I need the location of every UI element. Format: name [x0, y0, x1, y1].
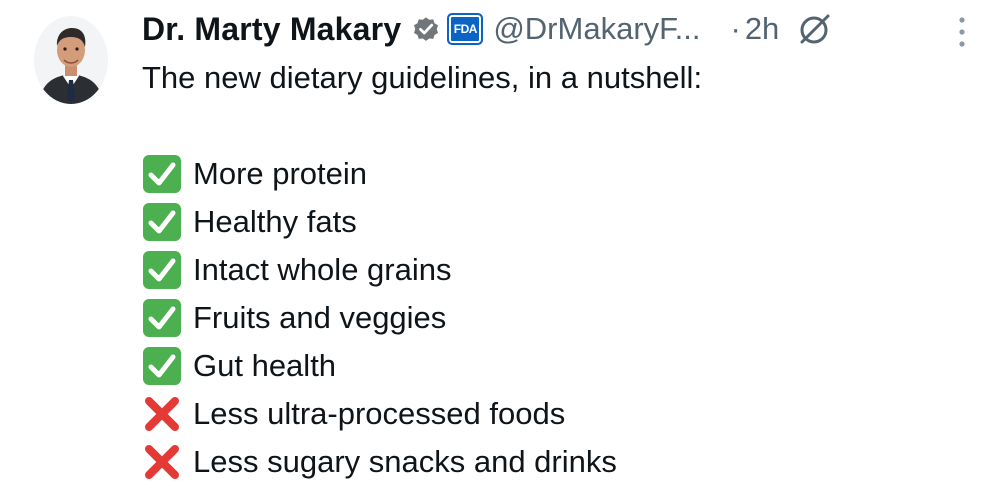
fda-affiliate-badge-icon[interactable]: FDA	[447, 13, 484, 45]
cross-mark-emoji-icon	[142, 442, 182, 482]
verified-badge-icon[interactable]	[411, 14, 441, 44]
list-item: More protein	[142, 150, 982, 198]
check-mark-emoji-icon	[142, 298, 182, 338]
tweet-text: The new dietary guidelines, in a nutshel…	[142, 54, 982, 486]
author-display-name[interactable]: Dr. Marty Makary	[142, 11, 401, 48]
list-item-text: Less ultra-processed foods	[193, 396, 566, 431]
list-item: Healthy fats	[142, 198, 982, 246]
grok-icon[interactable]	[797, 11, 833, 47]
list-item-text: Less sugary snacks and drinks	[193, 444, 617, 479]
list-item-text: More protein	[193, 156, 368, 191]
check-mark-emoji-icon	[142, 250, 182, 290]
avatar[interactable]	[34, 16, 108, 104]
list-item-text: Healthy fats	[193, 204, 357, 239]
more-options-icon[interactable]	[952, 14, 972, 50]
check-mark-emoji-icon	[142, 346, 182, 386]
timestamp[interactable]: 2h	[745, 11, 779, 47]
list-item: Less sugary snacks and drinks	[142, 438, 982, 486]
list-item-text: Fruits and veggies	[193, 300, 447, 335]
cross-mark-emoji-icon	[142, 394, 182, 434]
list-item: Less ultra-processed foods	[142, 390, 982, 438]
tweet-header: Dr. Marty Makary FDA @DrMakaryF... · 2h	[142, 6, 833, 52]
list-item-text: Gut health	[193, 348, 337, 383]
separator-dot: ·	[730, 11, 741, 46]
list-item: Gut health	[142, 342, 982, 390]
list-item: Intact whole grains	[142, 246, 982, 294]
check-mark-emoji-icon	[142, 202, 182, 242]
avatar-image	[34, 16, 108, 104]
tweet[interactable]: Dr. Marty Makary FDA @DrMakaryF... · 2h …	[0, 0, 1008, 493]
check-mark-emoji-icon	[142, 154, 182, 194]
tweet-intro: The new dietary guidelines, in a nutshel…	[142, 60, 703, 95]
list-item: Fruits and veggies	[142, 294, 982, 342]
list-item-text: Intact whole grains	[193, 252, 452, 287]
author-handle[interactable]: @DrMakaryF...	[493, 11, 700, 47]
